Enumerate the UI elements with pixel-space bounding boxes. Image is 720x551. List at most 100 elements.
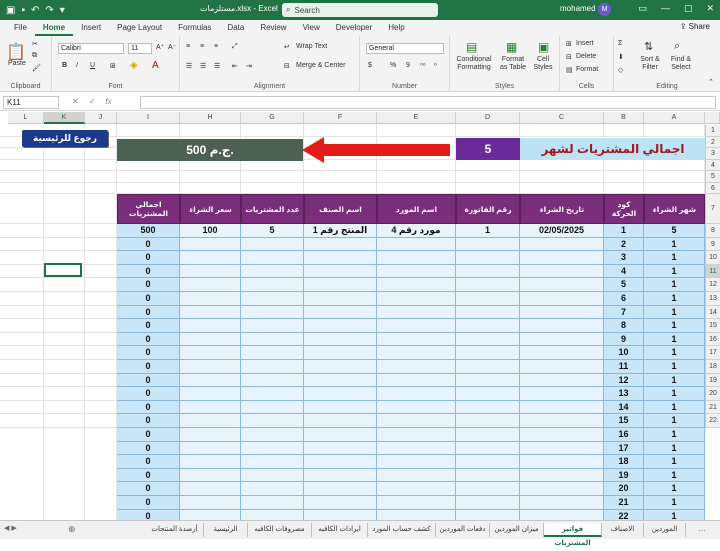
table-cell-G8[interactable]: 5: [241, 224, 304, 238]
table-cell-D24[interactable]: [456, 441, 520, 456]
table-cell-I11[interactable]: 0: [117, 264, 180, 279]
search-box[interactable]: ⌕ Search: [282, 3, 438, 17]
sheet-tab-2[interactable]: الاصناف: [602, 523, 644, 537]
table-cell-I18[interactable]: 0: [117, 360, 180, 374]
row-header-5[interactable]: 5: [705, 171, 720, 183]
find-select-icon[interactable]: ⌕: [674, 40, 680, 53]
column-header-K[interactable]: K: [44, 112, 85, 124]
table-cell-C23[interactable]: [520, 428, 604, 442]
table-cell-A18[interactable]: 1: [644, 360, 705, 374]
row-header-21[interactable]: 21: [705, 400, 720, 415]
redo-icon[interactable]: ↷: [45, 5, 53, 16]
table-cell-H27[interactable]: [180, 482, 241, 496]
wrap-text-button[interactable]: Wrap Text: [296, 43, 327, 50]
table-cell-B12[interactable]: 5: [604, 278, 644, 292]
table-cell-E25[interactable]: [377, 455, 456, 469]
table-cell-C8[interactable]: 02/05/2025: [520, 224, 604, 238]
autosave-icon[interactable]: ▣: [6, 5, 15, 16]
delete-cells-button[interactable]: Delete: [576, 53, 596, 60]
table-cell-G15[interactable]: [241, 319, 304, 333]
table-cell-B18[interactable]: 11: [604, 360, 644, 374]
table-cell-B25[interactable]: 18: [604, 455, 644, 469]
share-button[interactable]: ⇪ Share: [680, 22, 710, 31]
table-cell-A23[interactable]: 1: [644, 428, 705, 442]
table-cell-D22[interactable]: [456, 414, 520, 428]
menu-tab-developer[interactable]: Developer: [328, 20, 380, 36]
wrap-text-icon[interactable]: ↵: [284, 43, 290, 51]
table-cell-F25[interactable]: [304, 455, 377, 469]
sheet-tab-4[interactable]: ميزان الموردين: [490, 523, 544, 537]
user-name[interactable]: mohamed: [560, 4, 596, 13]
table-cell-B26[interactable]: 19: [604, 468, 644, 483]
table-cell-E16[interactable]: [377, 332, 456, 347]
cut-icon[interactable]: ✂: [32, 40, 38, 48]
fill-color-icon[interactable]: ◈: [130, 60, 138, 71]
table-cell-E29[interactable]: [377, 509, 456, 520]
table-cell-H24[interactable]: [180, 441, 241, 456]
table-cell-G21[interactable]: [241, 400, 304, 415]
table-cell-D17[interactable]: [456, 346, 520, 360]
table-cell-F19[interactable]: [304, 373, 377, 388]
table-cell-H19[interactable]: [180, 373, 241, 388]
table-cell-F13[interactable]: [304, 292, 377, 306]
table-cell-D29[interactable]: [456, 509, 520, 520]
table-cell-B11[interactable]: 4: [604, 264, 644, 279]
table-cell-B13[interactable]: 6: [604, 292, 644, 306]
table-cell-H23[interactable]: [180, 428, 241, 442]
row-header-20[interactable]: 20: [705, 387, 720, 401]
table-cell-D20[interactable]: [456, 387, 520, 401]
table-cell-F20[interactable]: [304, 387, 377, 401]
row-header-22[interactable]: 22: [705, 414, 720, 428]
table-cell-C21[interactable]: [520, 400, 604, 415]
table-cell-D9[interactable]: [456, 237, 520, 252]
table-cell-A11[interactable]: 1: [644, 264, 705, 279]
sheet-tab-8[interactable]: مصروفات الكافيه: [248, 523, 312, 537]
table-cell-C24[interactable]: [520, 441, 604, 456]
table-cell-F16[interactable]: [304, 332, 377, 347]
table-cell-E28[interactable]: [377, 496, 456, 510]
table-cell-B17[interactable]: 10: [604, 346, 644, 360]
table-cell-I12[interactable]: 0: [117, 278, 180, 292]
menu-tab-review[interactable]: Review: [252, 20, 294, 36]
table-cell-C13[interactable]: [520, 292, 604, 306]
avatar[interactable]: M: [598, 3, 611, 16]
table-cell-H25[interactable]: [180, 455, 241, 469]
copy-icon[interactable]: ⧉: [32, 52, 37, 60]
table-header-I[interactable]: اجمالي المشتريات: [117, 194, 180, 224]
table-header-C[interactable]: تاريخ الشراء: [520, 194, 604, 224]
table-cell-G11[interactable]: [241, 264, 304, 279]
decrease-indent-icon[interactable]: ⇤: [232, 62, 238, 70]
table-header-G[interactable]: عدد المشتريات: [241, 194, 304, 224]
table-cell-H29[interactable]: [180, 509, 241, 520]
table-cell-H26[interactable]: [180, 468, 241, 483]
menu-tab-home[interactable]: Home: [34, 20, 74, 36]
table-cell-D25[interactable]: [456, 455, 520, 469]
undo-icon[interactable]: ↶: [31, 5, 39, 16]
table-cell-G14[interactable]: [241, 305, 304, 320]
table-cell-H22[interactable]: [180, 414, 241, 428]
column-header-L[interactable]: L: [8, 112, 44, 124]
table-cell-G12[interactable]: [241, 278, 304, 292]
table-cell-F28[interactable]: [304, 496, 377, 510]
table-cell-C20[interactable]: [520, 387, 604, 401]
currency-button[interactable]: $: [368, 62, 372, 69]
table-cell-F11[interactable]: [304, 264, 377, 279]
sheet-tab-6[interactable]: كشف حساب المورد: [368, 523, 436, 537]
table-cell-E21[interactable]: [377, 400, 456, 415]
table-cell-E15[interactable]: [377, 319, 456, 333]
table-cell-F12[interactable]: [304, 278, 377, 292]
table-cell-F21[interactable]: [304, 400, 377, 415]
table-cell-H15[interactable]: [180, 319, 241, 333]
format-painter-icon[interactable]: 🖌: [32, 64, 41, 72]
menu-tab-formulas[interactable]: Formulas: [170, 20, 219, 36]
table-cell-G18[interactable]: [241, 360, 304, 374]
decrease-decimal-icon[interactable]: ⁰: [434, 62, 437, 70]
row-header-3[interactable]: 3: [705, 148, 720, 160]
increase-font-icon[interactable]: A⁺: [156, 43, 164, 51]
table-cell-B8[interactable]: 1: [604, 224, 644, 238]
align-center-icon[interactable]: ☰: [200, 62, 206, 70]
table-cell-E8[interactable]: مورد رقم 4: [377, 224, 456, 238]
table-cell-C19[interactable]: [520, 373, 604, 388]
clear-icon[interactable]: ◇: [618, 66, 623, 74]
table-cell-G27[interactable]: [241, 482, 304, 496]
